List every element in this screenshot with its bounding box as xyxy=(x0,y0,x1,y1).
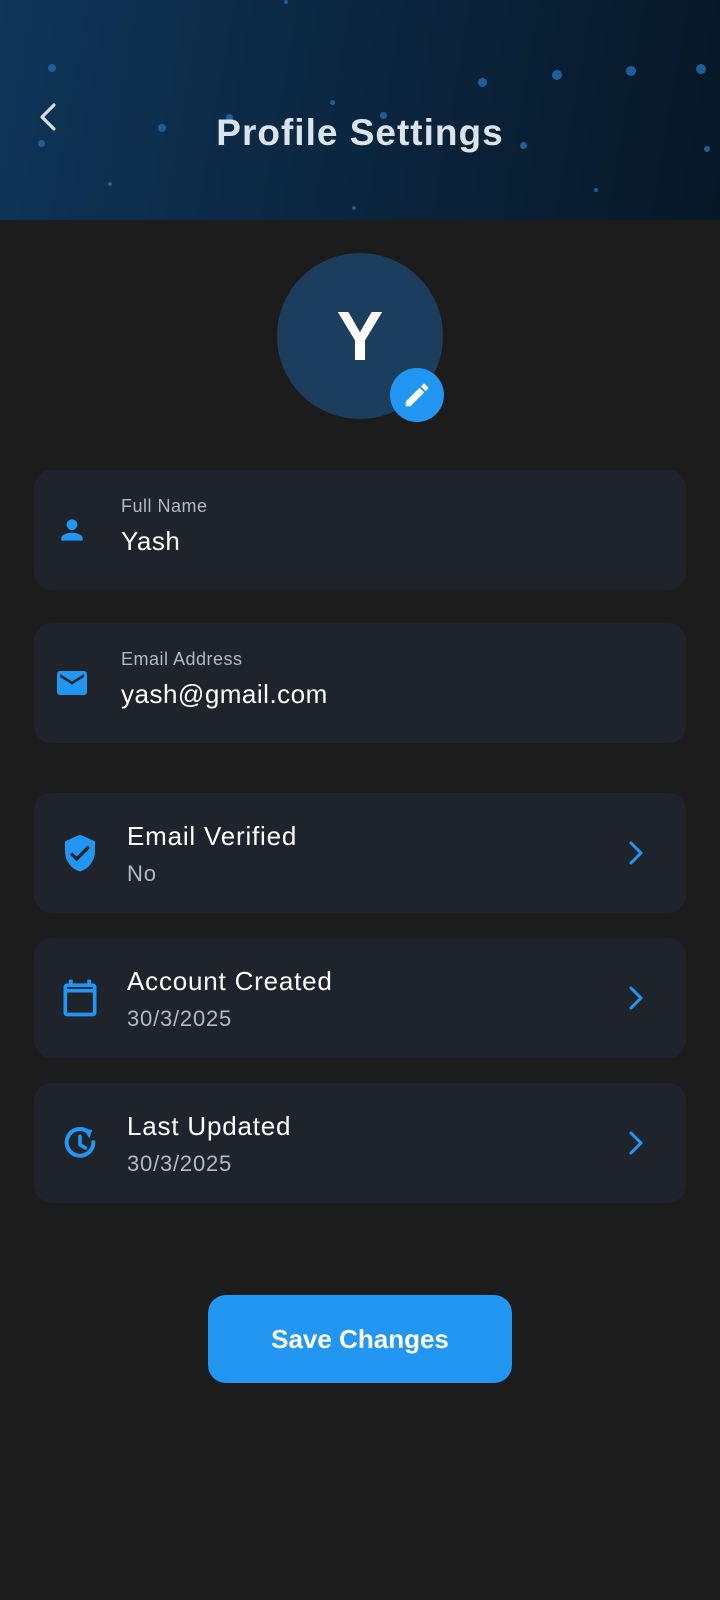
person-icon xyxy=(56,514,88,546)
page-title: Profile Settings xyxy=(216,112,504,153)
decor-dot xyxy=(352,206,356,210)
email-field[interactable]: Email Address yash@gmail.com xyxy=(34,623,686,743)
avatar-initial: Y xyxy=(336,297,384,375)
email-verified-value: No xyxy=(127,861,157,886)
edit-avatar-button[interactable] xyxy=(390,368,444,422)
decor-dot xyxy=(552,70,562,80)
email-verified-title: Email Verified xyxy=(127,821,298,851)
account-created-value: 30/3/2025 xyxy=(127,1006,233,1031)
pencil-icon xyxy=(405,383,429,407)
decor-dot xyxy=(696,64,706,74)
decor-dot xyxy=(594,188,598,192)
account-created-title: Account Created xyxy=(127,966,333,996)
email-label: Email Address xyxy=(121,649,243,669)
full-name-label: Full Name xyxy=(121,496,208,516)
save-changes-button[interactable]: Save Changes xyxy=(208,1295,512,1383)
chevron-right-icon xyxy=(629,841,643,865)
decor-dot xyxy=(330,100,335,105)
calendar-icon xyxy=(58,976,102,1020)
full-name-field[interactable]: Full Name Yash xyxy=(34,470,686,590)
update-clock-icon xyxy=(60,1123,100,1163)
account-created-row[interactable]: Account Created 30/3/2025 xyxy=(34,938,686,1058)
email-icon xyxy=(54,665,90,701)
verified-shield-icon xyxy=(60,833,100,873)
email-value: yash@gmail.com xyxy=(121,679,328,709)
decor-dot xyxy=(48,64,56,72)
full-name-value: Yash xyxy=(121,526,181,556)
decor-dot xyxy=(108,182,112,186)
email-verified-row[interactable]: Email Verified No xyxy=(34,793,686,913)
chevron-right-icon xyxy=(629,1131,643,1155)
decor-dot xyxy=(284,0,288,4)
header: Profile Settings xyxy=(0,0,720,220)
decor-dot xyxy=(478,78,487,87)
chevron-right-icon xyxy=(629,986,643,1010)
last-updated-title: Last Updated xyxy=(127,1111,292,1141)
decor-dot xyxy=(626,66,636,76)
last-updated-row[interactable]: Last Updated 30/3/2025 xyxy=(34,1083,686,1203)
last-updated-value: 30/3/2025 xyxy=(127,1151,233,1176)
